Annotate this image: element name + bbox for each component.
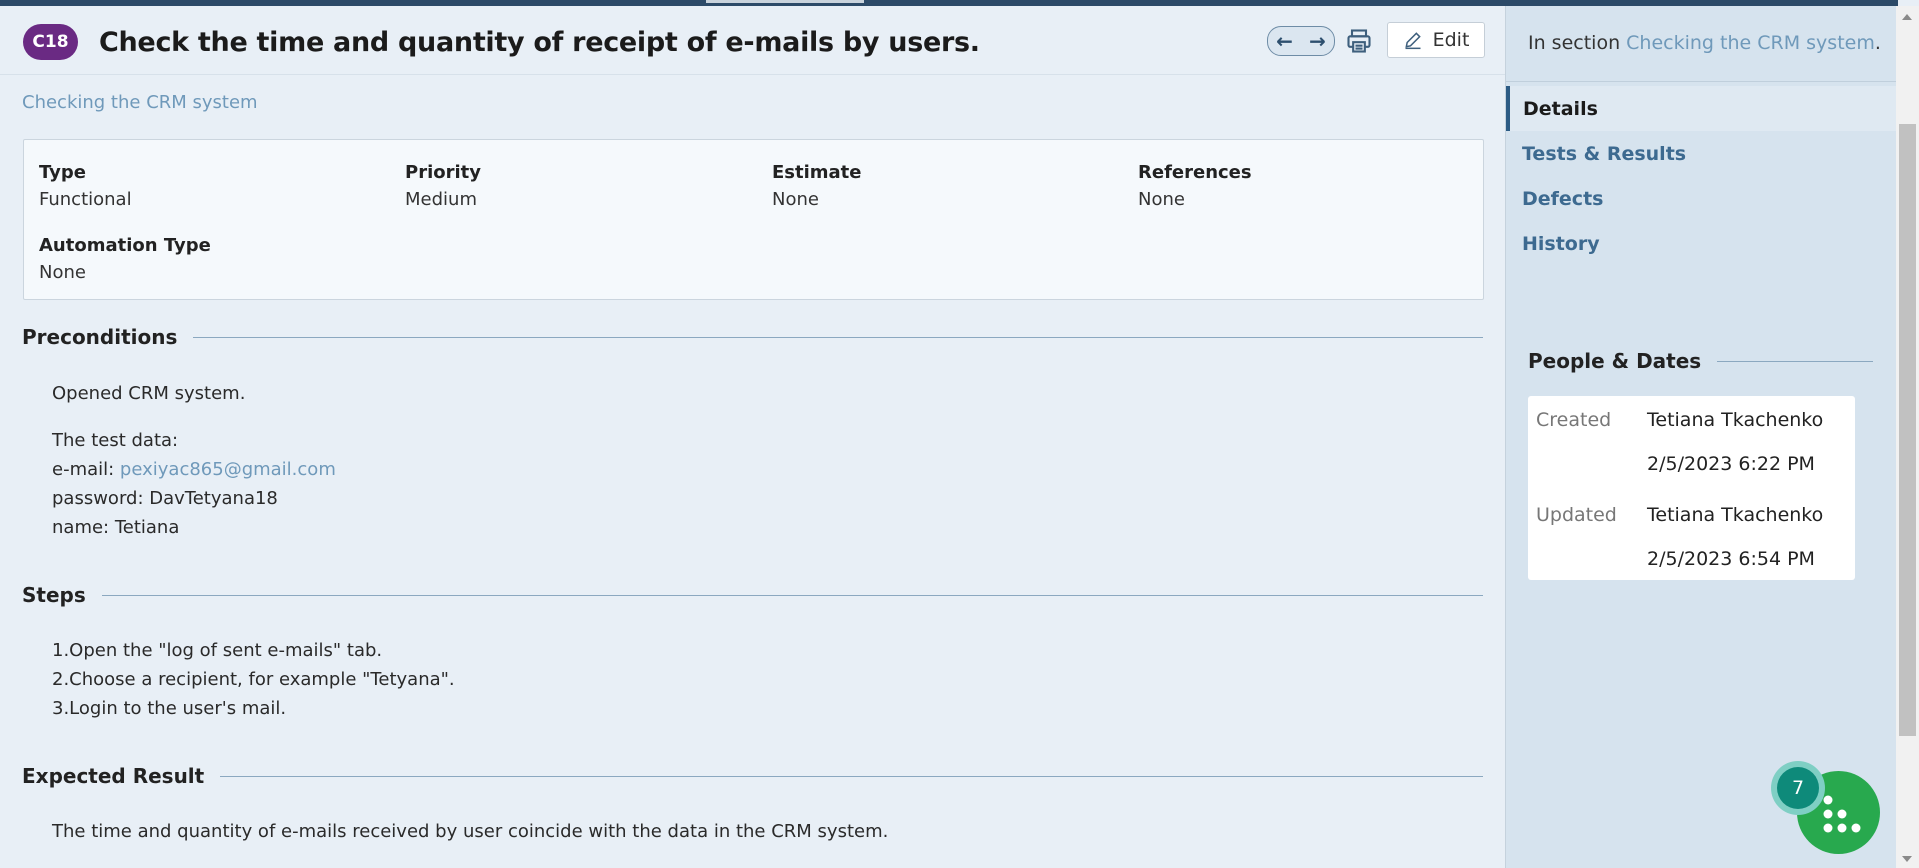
case-id-badge: C18 bbox=[23, 24, 78, 60]
prev-next-nav: ← → bbox=[1267, 26, 1335, 56]
updated-at: 2/5/2023 6:54 PM bbox=[1647, 548, 1815, 570]
expected-result-title: Expected Result bbox=[22, 764, 205, 788]
precondition-line: Opened CRM system. bbox=[52, 383, 246, 404]
field-label: Estimate bbox=[772, 162, 862, 183]
scrollbar[interactable] bbox=[1896, 6, 1919, 868]
divider bbox=[1717, 360, 1873, 362]
step-item: 1.Open the "log of sent e-mails" tab. bbox=[52, 640, 383, 661]
field-label: Type bbox=[39, 162, 86, 183]
pencil-icon bbox=[1404, 32, 1421, 50]
grid-icon bbox=[1823, 795, 1861, 833]
field-value: None bbox=[1138, 189, 1185, 210]
field-value: None bbox=[772, 189, 819, 210]
expected-result-heading: Expected Result bbox=[22, 764, 1483, 788]
email-label: e-mail: bbox=[52, 459, 120, 480]
created-by: Tetiana Tkachenko bbox=[1647, 409, 1824, 431]
edit-button[interactable]: Edit bbox=[1387, 22, 1485, 58]
test-data-label: The test data: bbox=[52, 430, 179, 451]
step-item: 2.Choose a recipient, for example "Tetya… bbox=[52, 669, 455, 690]
expected-result-text: The time and quantity of e-mails receive… bbox=[52, 821, 889, 842]
email-line: e-mail: pexiyac865@gmail.com bbox=[52, 455, 336, 484]
people-dates-heading: People & Dates bbox=[1528, 349, 1873, 373]
edit-button-label: Edit bbox=[1432, 29, 1470, 51]
notification-count: 7 bbox=[1777, 767, 1819, 809]
step-item: 3.Login to the user's mail. bbox=[52, 698, 287, 719]
in-section-text: In section Checking the CRM system. bbox=[1528, 32, 1881, 54]
top-tab-indicator bbox=[706, 0, 864, 3]
sidebar-item-tests-results[interactable]: Tests & Results bbox=[1506, 131, 1897, 176]
field-references: References None bbox=[1138, 162, 1252, 210]
created-label: Created bbox=[1536, 409, 1612, 431]
email-link[interactable]: pexiyac865@gmail.com bbox=[120, 459, 336, 480]
created-at: 2/5/2023 6:22 PM bbox=[1647, 453, 1815, 475]
field-value: None bbox=[39, 262, 86, 283]
field-type: Type Functional bbox=[39, 162, 132, 210]
preconditions-heading: Preconditions bbox=[22, 325, 1483, 349]
sidebar-nav: Details Tests & Results Defects History bbox=[1506, 86, 1897, 266]
updated-label: Updated bbox=[1536, 504, 1617, 526]
main-content: C18 Check the time and quantity of recei… bbox=[0, 6, 1505, 868]
arrow-right-icon[interactable]: → bbox=[1309, 29, 1326, 53]
field-label: Automation Type bbox=[39, 235, 211, 256]
scroll-down-icon[interactable] bbox=[1902, 856, 1912, 862]
arrow-left-icon[interactable]: ← bbox=[1276, 29, 1293, 53]
in-section-link[interactable]: Checking the CRM system bbox=[1626, 32, 1875, 54]
test-data-block: The test data: e-mail: pexiyac865@gmail.… bbox=[52, 426, 336, 542]
section-breadcrumb-link[interactable]: Checking the CRM system bbox=[22, 92, 258, 113]
in-section-suffix: . bbox=[1874, 32, 1881, 54]
field-label: References bbox=[1138, 162, 1252, 183]
field-label: Priority bbox=[405, 162, 481, 183]
scrollbar-thumb[interactable] bbox=[1899, 124, 1916, 736]
sidebar-item-history[interactable]: History bbox=[1506, 221, 1897, 266]
password-line: password: DavTetyana18 bbox=[52, 488, 278, 509]
field-priority: Priority Medium bbox=[405, 162, 481, 210]
people-dates-title: People & Dates bbox=[1528, 349, 1702, 373]
field-value: Functional bbox=[39, 189, 132, 210]
scroll-up-icon[interactable] bbox=[1902, 14, 1912, 20]
divider bbox=[101, 594, 1483, 596]
sidebar-divider bbox=[1506, 81, 1897, 82]
field-value: Medium bbox=[405, 189, 477, 210]
sidebar: In section Checking the CRM system. Deta… bbox=[1505, 6, 1897, 868]
divider bbox=[220, 775, 1483, 777]
steps-heading: Steps bbox=[22, 583, 1483, 607]
name-line: name: Tetiana bbox=[52, 517, 180, 538]
printer-icon[interactable] bbox=[1345, 27, 1373, 55]
divider bbox=[193, 336, 1483, 338]
people-dates-card: Created Tetiana Tkachenko 2/5/2023 6:22 … bbox=[1528, 396, 1855, 580]
case-fields-box: Type Functional Priority Medium Estimate… bbox=[23, 139, 1484, 300]
page-title: Check the time and quantity of receipt o… bbox=[99, 27, 980, 58]
notification-badge[interactable]: 7 bbox=[1771, 761, 1825, 815]
case-header: C18 Check the time and quantity of recei… bbox=[0, 6, 1505, 75]
in-section-prefix: In section bbox=[1528, 32, 1627, 54]
preconditions-title: Preconditions bbox=[22, 325, 178, 349]
sidebar-item-details[interactable]: Details bbox=[1506, 86, 1897, 131]
field-automation-type: Automation Type None bbox=[39, 235, 211, 283]
sidebar-item-defects[interactable]: Defects bbox=[1506, 176, 1897, 221]
steps-title: Steps bbox=[22, 583, 86, 607]
field-estimate: Estimate None bbox=[772, 162, 862, 210]
updated-by: Tetiana Tkachenko bbox=[1647, 504, 1824, 526]
steps-list: 1.Open the "log of sent e-mails" tab. 2.… bbox=[52, 636, 455, 723]
